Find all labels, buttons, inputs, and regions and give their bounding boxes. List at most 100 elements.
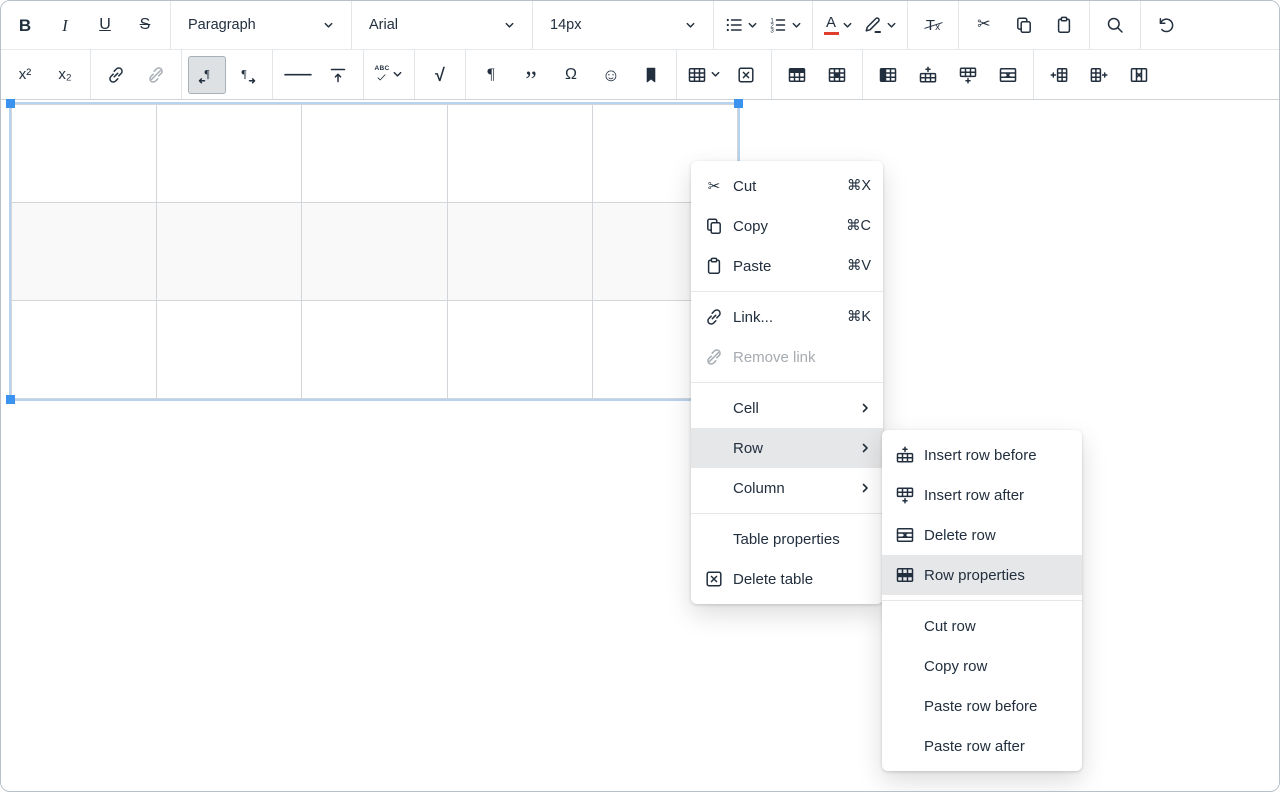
toolbar-separator	[1033, 50, 1034, 99]
row-submenu-item-row-properties[interactable]: Row properties	[882, 555, 1082, 595]
subscript-button[interactable]: x₂	[46, 56, 84, 94]
cut-button[interactable]: ✂	[965, 6, 1003, 44]
strikethrough-button[interactable]: S	[126, 6, 164, 44]
table-cell-r2c4[interactable]	[447, 203, 592, 301]
table-resize-handle-top-right[interactable]	[734, 99, 743, 108]
context-menu-item-delete-table[interactable]: Delete table	[691, 559, 883, 599]
table-resize-handle-bottom-left[interactable]	[6, 395, 15, 404]
highlight-color-button[interactable]	[859, 6, 901, 44]
context-menu-item-cut[interactable]: ✂Cut⌘X	[691, 166, 883, 206]
underline-button[interactable]: U	[86, 6, 124, 44]
emoji-button[interactable]: ☺	[592, 56, 630, 94]
context-menu-item-column[interactable]: Column	[691, 468, 883, 508]
menu-item-label: Delete table	[733, 571, 871, 588]
page-break-button[interactable]	[319, 56, 357, 94]
table-header-row-icon	[787, 65, 807, 85]
table-header-column-icon	[878, 65, 898, 85]
menu-separator	[691, 382, 883, 383]
menu-item-label: Column	[733, 480, 850, 497]
editor-body[interactable]: ✂Cut⌘XCopy⌘CPaste⌘VLink...⌘KRemove linkC…	[1, 100, 1279, 790]
insert-formula-button[interactable]: √	[421, 56, 459, 94]
toolbar-separator	[181, 50, 182, 99]
bullet-list-icon	[724, 15, 744, 35]
context-menu-item-paste[interactable]: Paste⌘V	[691, 246, 883, 286]
table-cell-r2c2[interactable]	[157, 203, 302, 301]
row-submenu-item-paste-row-before[interactable]: Paste row before	[882, 686, 1082, 726]
row-properties-icon	[895, 565, 915, 585]
direction-ltr-button[interactable]: ¶	[188, 56, 226, 94]
toolbar-separator	[812, 1, 813, 49]
table-cell-r2c3[interactable]	[302, 203, 447, 301]
text-color-button[interactable]: A	[819, 6, 857, 44]
square-root-icon: √	[435, 66, 445, 84]
special-character-button[interactable]: Ω	[552, 56, 590, 94]
strikethrough-icon: S	[140, 17, 151, 33]
menu-item-label: Paste row after	[924, 738, 1070, 755]
table-cell-r1c1[interactable]	[12, 105, 157, 203]
table-cell-r3c3[interactable]	[302, 301, 447, 399]
row-submenu-item-paste-row-after[interactable]: Paste row after	[882, 726, 1082, 766]
blockquote-button[interactable]: ”	[512, 56, 550, 94]
toolbar-separator	[90, 50, 91, 99]
bullet-list-button[interactable]	[720, 6, 762, 44]
chevron-down-icon	[886, 20, 897, 31]
insert-row-after-button[interactable]	[949, 56, 987, 94]
paste-button[interactable]	[1045, 6, 1083, 44]
insert-table-button[interactable]	[683, 56, 725, 94]
horizontal-rule-button[interactable]: —	[279, 56, 317, 94]
spellcheck-button[interactable]: ABC	[370, 56, 408, 94]
table-cell-r1c2[interactable]	[157, 105, 302, 203]
context-menu-item-row[interactable]: Row	[691, 428, 883, 468]
delete-column-button[interactable]	[1120, 56, 1158, 94]
table-header-column-button[interactable]	[869, 56, 907, 94]
bold-button[interactable]: B	[6, 6, 44, 44]
context-menu-item-table-properties[interactable]: Table properties	[691, 519, 883, 559]
table-cell-r3c1[interactable]	[12, 301, 157, 399]
insert-link-button[interactable]	[97, 56, 135, 94]
context-menu-item-cell[interactable]: Cell	[691, 388, 883, 428]
row-submenu-item-cut-row[interactable]: Cut row	[882, 606, 1082, 646]
delete-row-button[interactable]	[989, 56, 1027, 94]
context-menu-item-link[interactable]: Link...⌘K	[691, 297, 883, 337]
undo-button[interactable]	[1147, 6, 1185, 44]
subscript-icon: x₂	[58, 67, 71, 82]
block-format-select[interactable]: Paragraph	[176, 1, 346, 50]
paragraph-marks-button[interactable]: ¶	[472, 56, 510, 94]
row-submenu-item-insert-row-after[interactable]: Insert row after	[882, 475, 1082, 515]
toolbar-separator	[1089, 1, 1090, 49]
chevron-down-icon	[392, 69, 403, 80]
numbered-list-button[interactable]: 123	[764, 6, 806, 44]
clear-formatting-icon: Tx	[926, 17, 940, 34]
table-cell-properties-button[interactable]	[818, 56, 856, 94]
row-submenu-item-delete-row[interactable]: Delete row	[882, 515, 1082, 555]
table-cell-r2c1[interactable]	[12, 203, 157, 301]
table-row-properties-button[interactable]	[778, 56, 816, 94]
toolbar-separator	[414, 50, 415, 99]
table-cell-r3c4[interactable]	[447, 301, 592, 399]
copy-button[interactable]	[1005, 6, 1043, 44]
insert-row-before-button[interactable]	[909, 56, 947, 94]
table-cell-r1c3[interactable]	[302, 105, 447, 203]
direction-rtl-button[interactable]: ¶	[228, 56, 266, 94]
text-color-bar	[824, 32, 839, 36]
row-submenu-item-insert-row-before[interactable]: Insert row before	[882, 435, 1082, 475]
font-family-select[interactable]: Arial	[357, 1, 527, 50]
search-button[interactable]	[1096, 6, 1134, 44]
insert-column-after-icon	[1089, 65, 1109, 85]
insert-column-after-button[interactable]	[1080, 56, 1118, 94]
row-submenu-item-copy-row[interactable]: Copy row	[882, 646, 1082, 686]
table-cell-r3c2[interactable]	[157, 301, 302, 399]
anchor-button[interactable]	[632, 56, 670, 94]
italic-button[interactable]: I	[46, 6, 84, 44]
clear-formatting-button[interactable]: Tx	[914, 6, 952, 44]
menu-item-label: Link...	[733, 309, 838, 326]
superscript-button[interactable]: x²	[6, 56, 44, 94]
delete-table-icon	[736, 65, 756, 85]
context-menu-item-copy[interactable]: Copy⌘C	[691, 206, 883, 246]
insert-column-before-button[interactable]	[1040, 56, 1078, 94]
table-cell-r1c4[interactable]	[447, 105, 592, 203]
page-break-icon	[328, 65, 348, 85]
delete-table-button[interactable]	[727, 56, 765, 94]
table-resize-handle-top-left[interactable]	[6, 99, 15, 108]
font-size-select[interactable]: 14px	[538, 1, 708, 50]
